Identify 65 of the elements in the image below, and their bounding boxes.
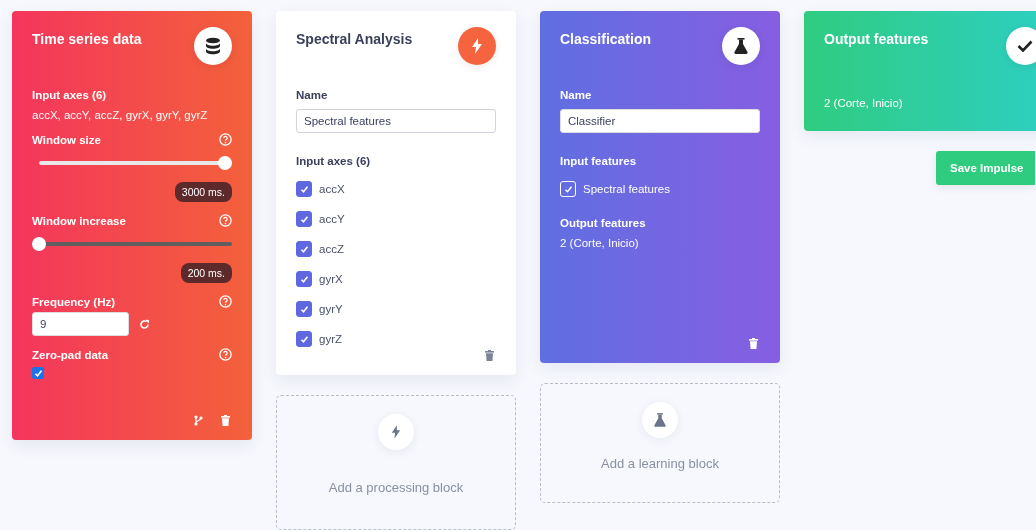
checkbox-label: accX: [319, 183, 345, 195]
value-tooltip: 200 ms.: [180, 263, 232, 283]
add-block-label: Add a processing block: [328, 480, 464, 496]
axis-checkbox[interactable]: [296, 301, 312, 317]
slider[interactable]: [32, 237, 232, 251]
field-label: Zero-pad data: [32, 348, 109, 361]
axis-checkbox[interactable]: [296, 181, 312, 197]
field-label: Input axes (6): [296, 155, 372, 167]
slider-thumb[interactable]: [32, 237, 46, 251]
field-label: Output features: [560, 217, 647, 229]
trash-icon[interactable]: [221, 415, 230, 426]
zero-pad-checkbox[interactable]: [32, 367, 44, 379]
card-title: Output features: [824, 31, 929, 47]
name-input[interactable]: Classifier: [560, 109, 760, 133]
help-icon[interactable]: [219, 133, 232, 146]
help-icon[interactable]: [219, 295, 232, 308]
axes-list-text: accX, accY, accZ, gyrX, gyrY, gyrZ: [32, 109, 209, 121]
feature-checkbox[interactable]: [560, 181, 576, 197]
axis-checkbox[interactable]: [296, 241, 312, 257]
check-icon: [299, 334, 309, 344]
check-icon: [299, 214, 309, 224]
help-icon[interactable]: [219, 214, 232, 227]
checkbox-label: gyrZ: [319, 333, 342, 345]
checkbox-label: Spectral features: [583, 183, 670, 195]
card-title: Spectral Analysis: [296, 31, 413, 47]
add-block-label: Add a learning block: [601, 456, 719, 471]
value-tooltip: 3000 ms.: [174, 182, 232, 202]
field-label: Window size: [32, 133, 101, 146]
trash-icon[interactable]: [485, 350, 494, 362]
frequency-input[interactable]: 9: [32, 312, 129, 336]
check-icon: [299, 244, 309, 254]
check-icon: [1006, 27, 1036, 65]
checkbox-label: gyrX: [319, 273, 343, 285]
output-value: 2 (Corte, Inicio): [560, 237, 640, 249]
card-title: Classification: [560, 31, 652, 47]
field-label: Input axes (6): [32, 89, 108, 101]
help-icon[interactable]: [219, 348, 232, 361]
checkbox-label: gyrY: [319, 303, 343, 315]
field-label: Name: [296, 89, 329, 101]
database-icon: [194, 27, 232, 65]
field-label: Frequency (Hz): [32, 295, 116, 308]
field-label: Name: [560, 89, 593, 101]
output-value: 2 (Corte, Inicio): [824, 97, 904, 109]
checkbox-label: accZ: [319, 243, 344, 255]
trash-icon[interactable]: [749, 338, 758, 349]
axis-checkbox[interactable]: [296, 331, 312, 347]
check-icon: [299, 184, 309, 194]
axis-checkbox[interactable]: [296, 211, 312, 227]
lightning-icon: [458, 27, 496, 65]
lightning-icon: [378, 414, 414, 451]
name-input[interactable]: Spectral features: [296, 109, 496, 133]
card-title: Time series data: [32, 31, 142, 47]
check-icon: [299, 274, 309, 284]
field-label: Window increase: [32, 214, 126, 227]
check-icon: [33, 368, 43, 378]
checkbox-label: accY: [319, 213, 345, 225]
flask-icon: [722, 27, 760, 65]
branch-icon[interactable]: [194, 415, 203, 426]
flask-icon: [642, 402, 678, 438]
refresh-icon[interactable]: [139, 318, 150, 330]
check-icon: [563, 184, 573, 194]
field-label: Input features: [560, 155, 638, 167]
axis-checkbox[interactable]: [296, 271, 312, 287]
check-icon: [299, 304, 309, 314]
slider-thumb[interactable]: [218, 156, 232, 170]
